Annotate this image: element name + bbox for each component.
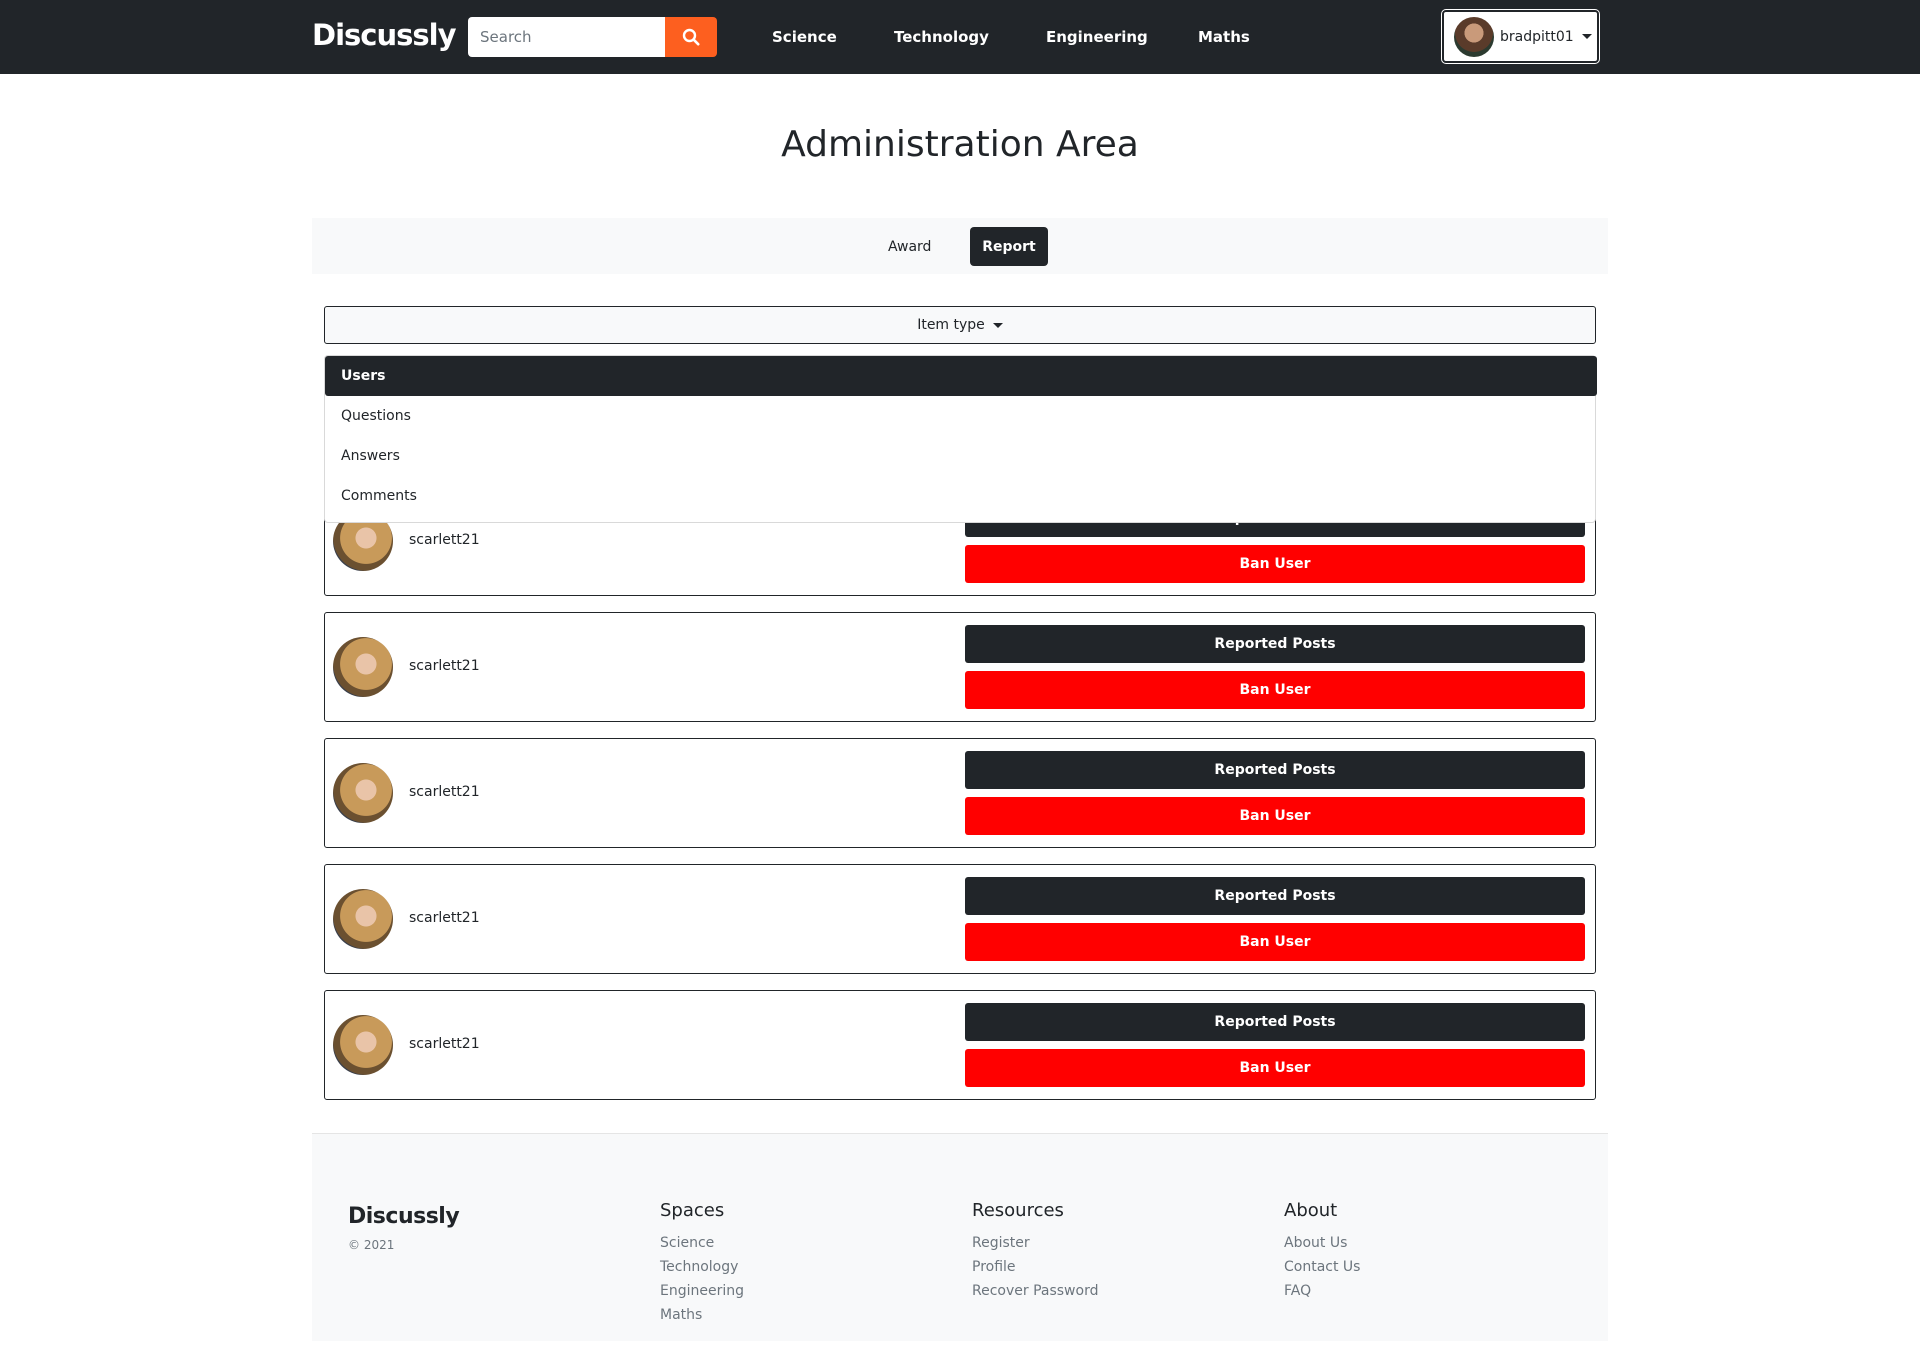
- footer-link-science[interactable]: Science: [660, 1231, 744, 1255]
- chevron-down-icon: [1581, 34, 1592, 39]
- report-card: scarlett21 Reported Posts Ban User: [324, 738, 1596, 848]
- search-form: [468, 17, 717, 57]
- username[interactable]: scarlett21: [409, 658, 480, 674]
- navbar: Discussly Science Technology Engineering…: [0, 0, 1920, 74]
- brand-logo[interactable]: Discussly: [312, 18, 456, 52]
- user-name: bradpitt01: [1500, 28, 1574, 45]
- footer-col-about: About About Us Contact Us FAQ: [1284, 1200, 1360, 1303]
- footer-heading: About: [1284, 1200, 1338, 1221]
- reported-posts-button[interactable]: Reported Posts: [965, 1003, 1585, 1041]
- user-menu-button[interactable]: bradpitt01: [1442, 10, 1599, 63]
- item-type-dropdown[interactable]: Item type: [324, 306, 1596, 344]
- menu-item-answers[interactable]: Answers: [325, 436, 1597, 476]
- avatar: [333, 763, 393, 823]
- search-input[interactable]: [468, 17, 665, 57]
- footer-link-profile[interactable]: Profile: [972, 1255, 1098, 1279]
- footer-brand[interactable]: Discussly: [348, 1204, 460, 1229]
- footer-col-resources: Resources Register Profile Recover Passw…: [972, 1200, 1098, 1303]
- report-card: scarlett21 Reported Posts Ban User: [324, 864, 1596, 974]
- avatar: [1454, 16, 1494, 57]
- footer-heading: Spaces: [660, 1200, 725, 1221]
- item-type-menu: Users Questions Answers Comments: [324, 355, 1597, 523]
- username[interactable]: scarlett21: [409, 784, 480, 800]
- footer-link-technology[interactable]: Technology: [660, 1255, 744, 1279]
- avatar: [333, 1015, 393, 1075]
- nav-link-engineering[interactable]: Engineering: [1046, 28, 1148, 46]
- nav-link-technology[interactable]: Technology: [894, 28, 989, 46]
- page-title: Administration Area: [781, 124, 1139, 165]
- chevron-down-icon: [992, 322, 1003, 328]
- footer-link-contact-us[interactable]: Contact Us: [1284, 1255, 1360, 1279]
- footer-heading: Resources: [972, 1200, 1064, 1221]
- username[interactable]: scarlett21: [409, 532, 480, 548]
- footer-link-engineering[interactable]: Engineering: [660, 1279, 744, 1303]
- report-card: scarlett21 Reported Posts Ban User: [324, 612, 1596, 722]
- footer-link-register[interactable]: Register: [972, 1231, 1098, 1255]
- ban-user-button[interactable]: Ban User: [965, 545, 1585, 583]
- reported-posts-button[interactable]: Reported Posts: [965, 625, 1585, 663]
- item-type-label: Item type: [917, 317, 985, 333]
- search-button[interactable]: [665, 17, 717, 57]
- reported-posts-button[interactable]: Reported Posts: [965, 751, 1585, 789]
- footer-link-about-us[interactable]: About Us: [1284, 1231, 1360, 1255]
- search-icon: [682, 28, 700, 46]
- menu-item-questions[interactable]: Questions: [325, 396, 1597, 436]
- avatar: [333, 889, 393, 949]
- report-card: scarlett21 Reported Posts Ban User: [324, 990, 1596, 1100]
- tab-report[interactable]: Report: [970, 227, 1048, 266]
- avatar: [333, 637, 393, 697]
- footer-col-spaces: Spaces Science Technology Engineering Ma…: [660, 1200, 744, 1327]
- ban-user-button[interactable]: Ban User: [965, 1049, 1585, 1087]
- menu-item-users[interactable]: Users: [325, 356, 1597, 396]
- admin-tabs: Award Report: [312, 218, 1608, 274]
- footer-link-faq[interactable]: FAQ: [1284, 1279, 1360, 1303]
- ban-user-button[interactable]: Ban User: [965, 797, 1585, 835]
- footer-link-recover-password[interactable]: Recover Password: [972, 1279, 1098, 1303]
- tab-award[interactable]: Award: [872, 227, 947, 266]
- footer-link-maths[interactable]: Maths: [660, 1303, 744, 1327]
- nav-link-maths[interactable]: Maths: [1198, 28, 1250, 46]
- nav-link-science[interactable]: Science: [772, 28, 837, 46]
- ban-user-button[interactable]: Ban User: [965, 671, 1585, 709]
- copyright: © 2021: [348, 1238, 395, 1252]
- ban-user-button[interactable]: Ban User: [965, 923, 1585, 961]
- footer: Discussly © 2021 Spaces Science Technolo…: [312, 1133, 1608, 1341]
- username[interactable]: scarlett21: [409, 910, 480, 926]
- reported-posts-button[interactable]: Reported Posts: [965, 877, 1585, 915]
- username[interactable]: scarlett21: [409, 1036, 480, 1052]
- menu-item-comments[interactable]: Comments: [325, 476, 1597, 516]
